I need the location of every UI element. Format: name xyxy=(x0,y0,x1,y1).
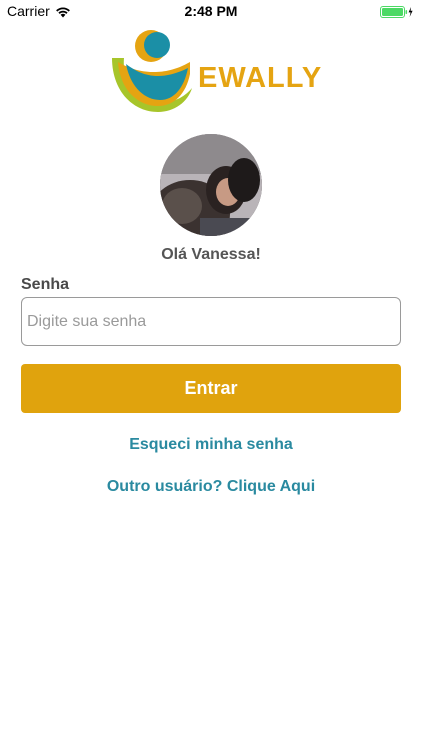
battery-charging-icon xyxy=(380,5,414,18)
status-time: 2:48 PM xyxy=(184,3,238,19)
brand-name: EWALLY xyxy=(198,62,323,94)
forgot-password-link[interactable]: Esqueci minha senha xyxy=(0,436,422,454)
enter-button[interactable]: Entrar xyxy=(21,364,401,413)
other-user-link[interactable]: Outro usuário? Clique Aqui xyxy=(0,478,422,496)
brand-logo: EWALLY xyxy=(110,28,321,114)
greeting-text: Olá Vanessa! xyxy=(161,246,261,263)
status-right xyxy=(380,5,414,18)
status-bar: Carrier 2:48 PM xyxy=(0,0,422,22)
avatar xyxy=(160,134,262,236)
password-input[interactable] xyxy=(21,297,401,346)
password-label: Senha xyxy=(21,276,70,293)
